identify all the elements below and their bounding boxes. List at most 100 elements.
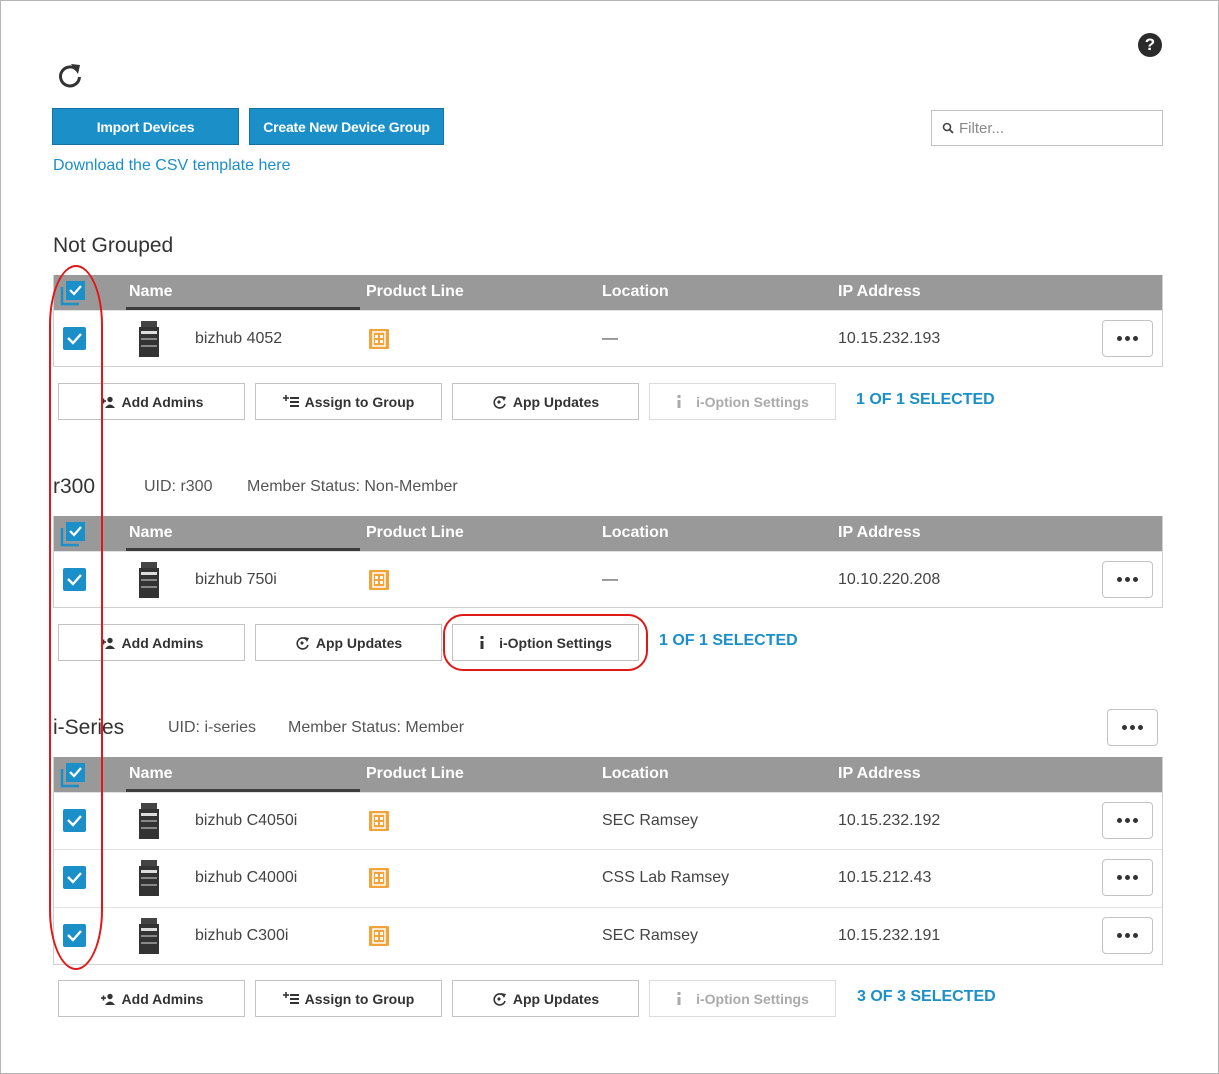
select-all-checkbox[interactable] [60, 280, 86, 306]
column-name[interactable]: Name [129, 757, 173, 792]
device-table: Name Product Line Location IP Address bi… [53, 757, 1163, 965]
printer-icon [139, 321, 159, 357]
refresh-icon[interactable] [56, 62, 84, 90]
device-name: bizhub C4050i [195, 812, 298, 829]
assign-to-group-label: Assign to Group [304, 393, 415, 410]
group-more-button[interactable] [1107, 709, 1158, 746]
filter-field[interactable] [931, 110, 1163, 146]
device-ip: 10.15.232.191 [838, 927, 941, 944]
app-updates-icon [493, 992, 506, 1006]
i-option-settings-button[interactable]: i-Option Settings [649, 383, 836, 420]
group-title: Not Grouped [53, 234, 174, 257]
app-updates-label: App Updates [512, 990, 600, 1007]
product-line-icon [369, 926, 389, 946]
create-device-group-button[interactable]: Create New Device Group [249, 108, 444, 145]
group-uid: UID: i-series [168, 719, 257, 736]
row-checkbox[interactable] [63, 866, 86, 889]
info-icon [480, 636, 484, 649]
app-updates-icon [296, 636, 309, 650]
app-updates-button[interactable]: App Updates [255, 624, 442, 661]
more-icon [1117, 336, 1138, 341]
i-option-settings-label: i-Option Settings [499, 634, 612, 651]
add-admin-icon [100, 396, 115, 408]
group-member-status: Member Status: Member [288, 719, 465, 736]
column-ip-address[interactable]: IP Address [838, 516, 921, 551]
table-row[interactable]: bizhub C4000i CSS Lab Ramsey 10.15.212.4… [54, 849, 1162, 907]
group-uid: UID: r300 [144, 478, 213, 495]
printer-icon [139, 918, 159, 954]
column-location[interactable]: Location [602, 757, 669, 792]
table-row[interactable]: bizhub C4050i SEC Ramsey 10.15.232.192 [54, 792, 1162, 849]
add-admins-label: Add Admins [121, 393, 204, 410]
app-updates-button[interactable]: App Updates [452, 980, 639, 1017]
product-line-icon [369, 570, 389, 590]
device-location: — [602, 330, 618, 347]
group-title: i-Series [53, 716, 125, 739]
column-product-line[interactable]: Product Line [366, 757, 464, 792]
table-header: Name Product Line Location IP Address [54, 757, 1162, 792]
add-admins-label: Add Admins [121, 990, 204, 1007]
add-admins-button[interactable]: Add Admins [58, 383, 245, 420]
app-updates-button[interactable]: App Updates [452, 383, 639, 420]
row-checkbox[interactable] [63, 809, 86, 832]
assign-group-icon [282, 992, 299, 1004]
device-table: Name Product Line Location IP Address bi… [53, 275, 1163, 367]
row-checkbox[interactable] [63, 568, 86, 591]
add-admin-icon [100, 993, 115, 1005]
printer-icon [139, 562, 159, 598]
import-devices-button[interactable]: Import Devices [52, 108, 239, 145]
column-name[interactable]: Name [129, 516, 173, 551]
column-name[interactable]: Name [129, 275, 173, 310]
more-icon [1122, 725, 1143, 730]
table-row[interactable]: bizhub C300i SEC Ramsey 10.15.232.191 [54, 907, 1162, 964]
help-icon[interactable]: ? [1138, 33, 1162, 57]
product-line-icon [369, 811, 389, 831]
column-location[interactable]: Location [602, 275, 669, 310]
product-line-icon [369, 329, 389, 349]
column-product-line[interactable]: Product Line [366, 516, 464, 551]
column-ip-address[interactable]: IP Address [838, 757, 921, 792]
printer-icon [139, 803, 159, 839]
selected-count: 1 OF 1 SELECTED [856, 391, 995, 408]
device-name: bizhub 4052 [195, 330, 283, 347]
row-more-button[interactable] [1102, 320, 1153, 357]
app-updates-icon [493, 395, 506, 409]
device-name: bizhub 750i [195, 571, 277, 588]
assign-to-group-button[interactable]: Assign to Group [255, 383, 442, 420]
more-icon [1117, 875, 1138, 880]
table-header: Name Product Line Location IP Address [54, 516, 1162, 551]
more-icon [1117, 577, 1138, 582]
row-more-button[interactable] [1102, 917, 1153, 954]
device-location: SEC Ramsey [602, 812, 699, 829]
device-name: bizhub C300i [195, 927, 289, 944]
i-option-settings-button[interactable]: i-Option Settings [452, 624, 639, 661]
column-ip-address[interactable]: IP Address [838, 275, 921, 310]
add-admins-button[interactable]: Add Admins [58, 624, 245, 661]
table-header: Name Product Line Location IP Address [54, 275, 1162, 310]
device-ip: 10.10.220.208 [838, 571, 941, 588]
column-location[interactable]: Location [602, 516, 669, 551]
add-admin-icon [100, 637, 115, 649]
filter-input[interactable] [959, 119, 1149, 137]
i-option-settings-button[interactable]: i-Option Settings [649, 980, 836, 1017]
device-location: CSS Lab Ramsey [602, 869, 730, 886]
row-more-button[interactable] [1102, 802, 1153, 839]
selected-count: 1 OF 1 SELECTED [659, 632, 798, 649]
info-icon [677, 395, 681, 408]
csv-template-link[interactable]: Download the CSV template here [53, 157, 290, 175]
row-checkbox[interactable] [63, 327, 86, 350]
add-admins-button[interactable]: Add Admins [58, 980, 245, 1017]
select-all-checkbox[interactable] [60, 762, 86, 788]
row-checkbox[interactable] [63, 924, 86, 947]
app-updates-label: App Updates [512, 393, 600, 410]
row-more-button[interactable] [1102, 859, 1153, 896]
select-all-checkbox[interactable] [60, 521, 86, 547]
column-product-line[interactable]: Product Line [366, 275, 464, 310]
assign-to-group-button[interactable]: Assign to Group [255, 980, 442, 1017]
more-icon [1117, 818, 1138, 823]
row-more-button[interactable] [1102, 561, 1153, 598]
device-ip: 10.15.232.192 [838, 812, 941, 829]
printer-icon [139, 860, 159, 896]
table-row[interactable]: bizhub 4052 — 10.15.232.193 [54, 310, 1162, 366]
table-row[interactable]: bizhub 750i — 10.10.220.208 [54, 551, 1162, 607]
